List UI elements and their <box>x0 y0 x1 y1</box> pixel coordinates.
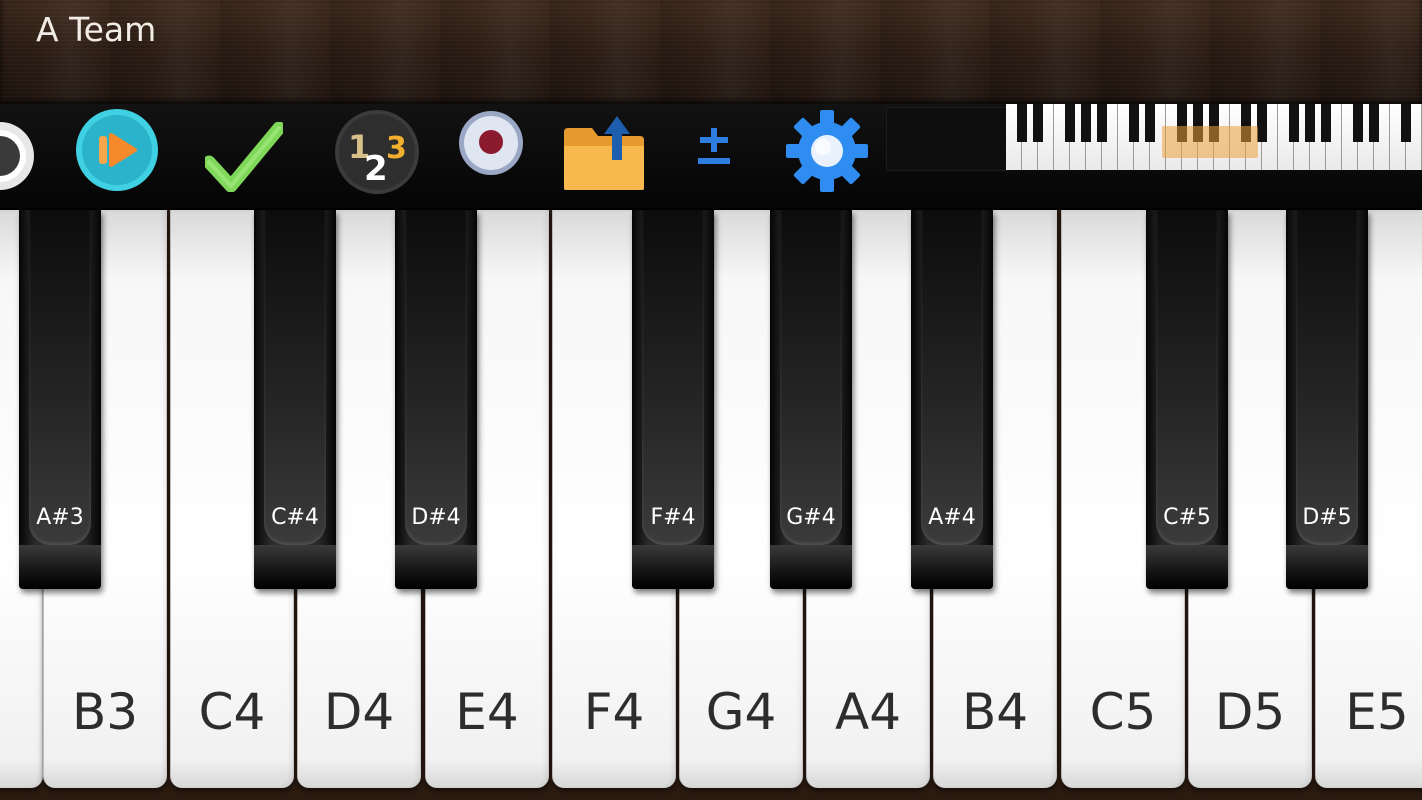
black-key-label: C#4 <box>271 505 319 530</box>
black-key-label: A#4 <box>928 505 976 530</box>
partial-round-button-icon <box>0 122 34 190</box>
white-key-label: D4 <box>323 683 395 741</box>
minimap-black-key <box>1129 104 1139 142</box>
minimap-black-key <box>1257 104 1267 142</box>
minimap-black-key <box>1145 104 1155 142</box>
settings-button[interactable] <box>784 108 870 194</box>
minimap-black-key <box>1065 104 1075 142</box>
minimap-black-key <box>1305 104 1315 142</box>
white-key-label: F4 <box>583 683 645 741</box>
plus-minus-button[interactable] <box>694 126 734 168</box>
black-key-label: G#4 <box>786 505 836 530</box>
white-key-label: A4 <box>834 683 901 741</box>
black-key-f-sharp-4[interactable]: F#4 <box>632 210 714 589</box>
minimap-black-key <box>1033 104 1043 142</box>
checkmark-icon <box>205 122 283 192</box>
numbering-button[interactable]: 1 2 3 <box>334 108 420 196</box>
minimap-black-key <box>1193 104 1203 142</box>
black-key-a-sharp-4[interactable]: A#4 <box>911 210 993 589</box>
minimap-black-key <box>1353 104 1363 142</box>
song-title: A Team <box>36 10 157 49</box>
black-key-label: A#3 <box>36 505 84 530</box>
white-key-label: C4 <box>198 683 266 741</box>
back-button[interactable] <box>0 120 42 192</box>
minimap-black-key <box>1017 104 1027 142</box>
minimap-black-key <box>1081 104 1091 142</box>
folder-upload-icon <box>564 116 644 190</box>
black-key-c-sharp-5[interactable]: C#5 <box>1146 210 1228 589</box>
gear-icon <box>786 110 868 192</box>
record-icon <box>459 111 523 175</box>
white-key-label: D5 <box>1214 683 1286 741</box>
plus-minus-icon <box>698 128 730 164</box>
black-key-label: C#5 <box>1163 505 1211 530</box>
minimap-black-key <box>1401 104 1411 142</box>
minimap-black-key <box>1241 104 1251 142</box>
check-button[interactable] <box>205 122 283 192</box>
black-key-d-sharp-5[interactable]: D#5 <box>1286 210 1368 589</box>
123-numbers-icon: 1 2 3 <box>335 110 419 194</box>
black-key-c-sharp-4[interactable]: C#4 <box>254 210 336 589</box>
white-key-label: 3 <box>0 684 42 740</box>
piano-keyboard: 3 B3 C4 D4 E4 F4 G4 A4 B4 C5 D5 E5 A#3 C… <box>0 210 1422 800</box>
white-key-label: E5 <box>1345 683 1409 741</box>
black-key-label: D#5 <box>1302 505 1352 530</box>
white-key-label: C5 <box>1089 683 1157 741</box>
title-bar: A Team <box>0 0 1422 104</box>
svg-text:2: 2 <box>364 149 388 189</box>
minimap-black-key <box>1177 104 1187 142</box>
white-key-label: E4 <box>455 683 519 741</box>
black-key-a-sharp-3[interactable]: A#3 <box>19 210 101 589</box>
play-icon <box>76 109 158 191</box>
minimap-black-key <box>1289 104 1299 142</box>
minimap-black-key <box>1097 104 1107 142</box>
black-key-label: D#4 <box>411 505 461 530</box>
keyboard-minimap[interactable] <box>1006 104 1422 170</box>
open-folder-button[interactable] <box>562 108 646 192</box>
white-key-label: B4 <box>961 683 1029 741</box>
black-key-d-sharp-4[interactable]: D#4 <box>395 210 477 589</box>
white-key-label: G4 <box>705 683 777 741</box>
keyboard-minimap-left-area <box>886 107 1008 171</box>
white-key-label: B3 <box>71 683 139 741</box>
play-button[interactable] <box>75 108 159 192</box>
black-key-g-sharp-4[interactable]: G#4 <box>770 210 852 589</box>
record-button[interactable] <box>458 110 524 176</box>
svg-text:3: 3 <box>386 131 407 166</box>
black-key-label: F#4 <box>650 505 696 530</box>
minimap-black-key <box>1209 104 1219 142</box>
minimap-black-key <box>1369 104 1379 142</box>
minimap-black-key <box>1321 104 1331 142</box>
